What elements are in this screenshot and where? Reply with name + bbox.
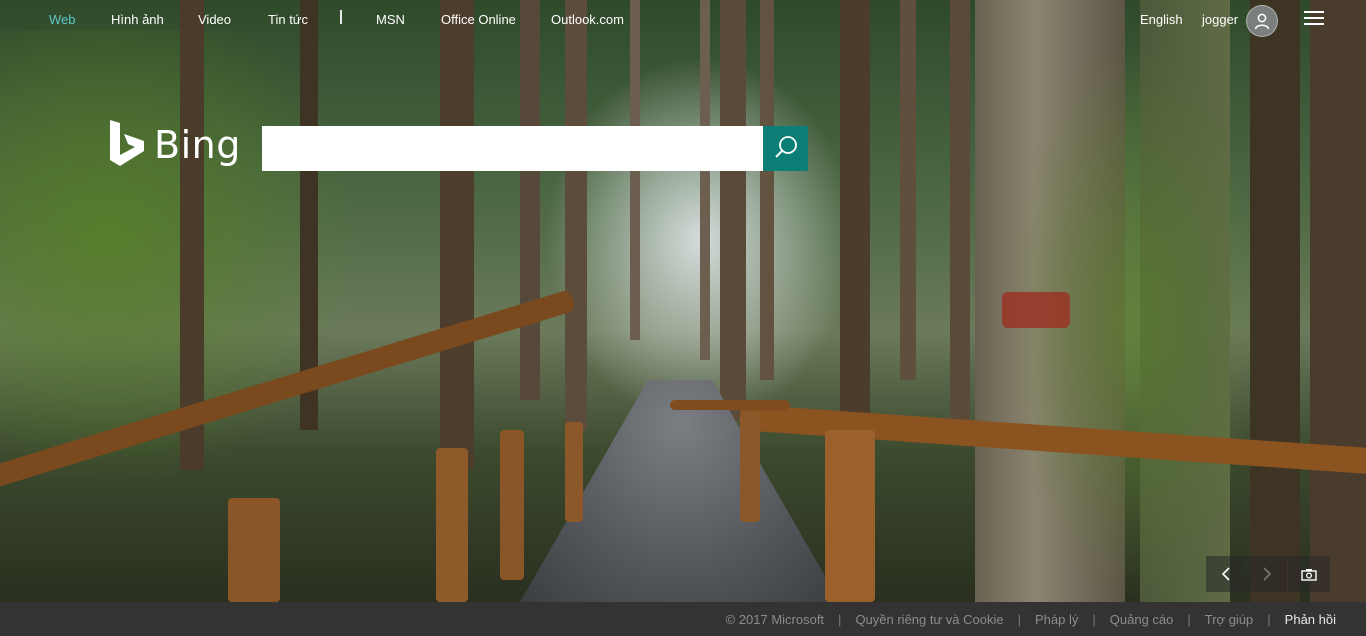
tree-trunk	[950, 0, 970, 420]
search-input[interactable]	[262, 126, 763, 171]
nav-divider	[340, 10, 342, 24]
nav-web[interactable]: Web	[49, 12, 76, 27]
user-icon[interactable]	[1246, 5, 1278, 37]
footer-divider: |	[1267, 611, 1271, 627]
tree-trunk	[720, 0, 746, 420]
tree-trunk	[700, 0, 710, 360]
tree-trunk	[180, 0, 204, 470]
footer-divider: |	[1017, 611, 1021, 627]
railing-post	[500, 430, 524, 580]
search-button[interactable]	[763, 126, 808, 171]
nav-news[interactable]: Tin tức	[268, 12, 308, 27]
footer-privacy-link[interactable]: Quyền riêng tư và Cookie	[855, 612, 1003, 627]
bing-logo-text: Bing	[154, 123, 241, 167]
footer-divider: |	[1187, 611, 1191, 627]
tree-trunk	[760, 0, 774, 380]
hamburger-menu-icon[interactable]	[1304, 11, 1324, 27]
railing-post	[436, 448, 468, 602]
footer-help-link[interactable]: Trợ giúp	[1205, 612, 1254, 627]
language-link[interactable]: English	[1140, 12, 1183, 27]
railing-post	[740, 412, 760, 522]
tree-trunk	[440, 0, 474, 470]
chevron-left-icon[interactable]	[1206, 556, 1246, 592]
railing-post	[565, 422, 583, 522]
nav-msn[interactable]: MSN	[376, 12, 405, 27]
chevron-right-icon[interactable]	[1247, 556, 1287, 592]
nav-images[interactable]: Hình ảnh	[111, 12, 164, 27]
bing-logo-icon	[108, 118, 146, 172]
footer: © 2017 Microsoft | Quyền riêng tư và Coo…	[0, 602, 1366, 636]
background-image	[0, 0, 1366, 602]
tree-trunk	[565, 0, 587, 430]
railing-post	[825, 430, 875, 602]
image-controls	[1205, 556, 1330, 592]
search-icon	[773, 134, 799, 164]
tree-trunk	[520, 0, 540, 400]
bing-logo[interactable]: Bing	[108, 118, 241, 172]
railing-post	[228, 498, 280, 602]
trail-marker	[1002, 292, 1070, 328]
footer-legal-link[interactable]: Pháp lý	[1035, 612, 1078, 627]
tree-trunk	[300, 0, 318, 430]
footer-feedback-link[interactable]: Phản hồi	[1285, 612, 1336, 627]
footer-copyright: © 2017 Microsoft	[725, 611, 825, 627]
tree-trunk	[900, 0, 916, 380]
nav-videos[interactable]: Video	[198, 12, 231, 27]
footer-divider: |	[838, 611, 842, 627]
camera-icon[interactable]	[1288, 556, 1330, 592]
wooden-railing	[670, 400, 790, 410]
tree-trunk	[1310, 0, 1366, 602]
nav-outlook[interactable]: Outlook.com	[551, 12, 624, 27]
footer-divider: |	[1092, 611, 1096, 627]
nav-office-online[interactable]: Office Online	[441, 12, 516, 27]
footer-advertising-link[interactable]: Quảng cáo	[1110, 612, 1174, 627]
username-link[interactable]: jogger	[1202, 12, 1238, 27]
